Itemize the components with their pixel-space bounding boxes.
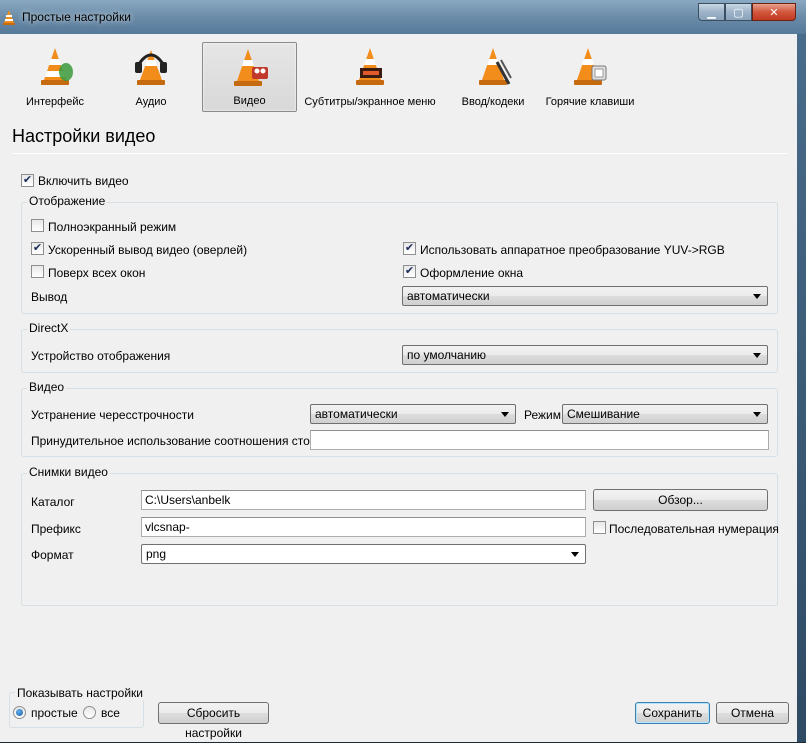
- output-label: Вывод: [31, 290, 68, 304]
- vlc-cone-icon: [3, 10, 15, 25]
- section-divider: [12, 153, 788, 154]
- cone-subtitles-icon: [356, 48, 384, 85]
- category-label: Аудио: [135, 96, 167, 108]
- save-button[interactable]: Сохранить: [635, 702, 710, 724]
- deinterlace-label: Устранение чересстрочности: [31, 408, 194, 422]
- show-settings-title: Показывать настройки: [15, 686, 146, 700]
- category-label: Горячие клавиши: [545, 96, 635, 108]
- output-select-value: автоматически: [407, 289, 490, 303]
- close-button[interactable]: ✕: [752, 3, 796, 21]
- display-group-title: Отображение: [27, 194, 108, 208]
- window-title: Простые настройки: [22, 10, 131, 24]
- category-label: Интерфейс: [26, 96, 84, 108]
- checkmark-icon: ✔: [32, 242, 43, 254]
- simple-settings-label: простые: [31, 706, 78, 720]
- overlay-checkbox[interactable]: ✔: [31, 242, 44, 255]
- minimize-button[interactable]: ▁: [698, 3, 725, 21]
- prefix-label: Префикс: [31, 522, 81, 536]
- window-decorations-label: Оформление окна: [420, 266, 524, 280]
- cone-hotkeys-icon: [574, 48, 607, 85]
- enable-video-label: Включить видео: [38, 174, 129, 188]
- cone-input-codecs-icon: [479, 48, 512, 85]
- output-select[interactable]: автоматически: [402, 286, 768, 306]
- checkmark-icon: ✔: [404, 242, 415, 254]
- aspect-ratio-input[interactable]: [310, 430, 769, 450]
- minimize-icon: ▁: [707, 6, 716, 19]
- simple-settings-radio[interactable]: [13, 706, 26, 719]
- category-toolbar: Интерфейс Аудио Видео Субтитры/экранное …: [10, 42, 790, 114]
- deinterlace-mode-select[interactable]: Смешивание: [562, 404, 768, 424]
- reset-settings-button[interactable]: Сбросить настройки: [158, 702, 269, 740]
- maximize-icon: ▢: [733, 6, 744, 19]
- maximize-button[interactable]: ▢: [725, 3, 752, 21]
- deinterlace-value: автоматически: [315, 407, 398, 421]
- directory-input[interactable]: C:\Users\anbelk: [141, 490, 586, 510]
- category-subtitles[interactable]: Субтитры/экранное меню: [302, 42, 438, 112]
- chevron-down-icon: [753, 353, 761, 358]
- enable-video-checkbox[interactable]: ✔: [21, 174, 34, 187]
- category-input-codecs[interactable]: Ввод/кодеки: [448, 42, 538, 112]
- category-interface[interactable]: Интерфейс: [10, 42, 100, 112]
- dialog-client-area: Интерфейс Аудио Видео Субтитры/экранное …: [0, 34, 797, 742]
- snapshots-group-title: Снимки видео: [27, 465, 110, 479]
- deinterlace-select[interactable]: автоматически: [310, 404, 516, 424]
- chevron-down-icon: [571, 552, 579, 557]
- mode-label: Режим: [524, 408, 561, 422]
- close-icon: ✕: [769, 6, 779, 19]
- sequential-numbering-label: Последовательная нумерация: [609, 522, 779, 536]
- deinterlace-mode-value: Смешивание: [567, 407, 640, 421]
- title-bar[interactable]: Простые настройки ▁ ▢ ✕: [0, 0, 806, 34]
- format-value: png: [146, 547, 167, 561]
- always-on-top-label: Поверх всех окон: [48, 266, 146, 280]
- section-title: Настройки видео: [12, 126, 156, 146]
- display-device-value: по умолчанию: [407, 348, 487, 362]
- category-hotkeys[interactable]: Горячие клавиши: [540, 42, 640, 112]
- video-group-title: Видео: [27, 380, 67, 394]
- window-decorations-checkbox[interactable]: ✔: [403, 265, 416, 278]
- overlay-label: Ускоренный вывод видео (оверлей): [48, 243, 248, 257]
- prefix-input[interactable]: vlcsnap-: [141, 517, 586, 537]
- all-settings-label: все: [101, 706, 120, 720]
- chevron-down-icon: [501, 412, 509, 417]
- hw-yuv-checkbox[interactable]: ✔: [403, 242, 416, 255]
- cone-video-icon: [233, 49, 268, 86]
- category-label: Ввод/кодеки: [461, 96, 525, 108]
- category-label: Видео: [233, 95, 266, 107]
- sequential-numbering-checkbox[interactable]: [593, 521, 606, 534]
- chevron-down-icon: [753, 412, 761, 417]
- aspect-ratio-label: Принудительное использование соотношения…: [31, 434, 330, 448]
- cone-interface-icon: [41, 48, 73, 85]
- fullscreen-checkbox[interactable]: [31, 219, 44, 232]
- directx-group-title: DirectX: [27, 321, 71, 335]
- format-select[interactable]: png: [141, 544, 586, 564]
- fullscreen-label: Полноэкранный режим: [48, 220, 177, 234]
- cone-headphones-icon: [135, 50, 167, 85]
- category-audio[interactable]: Аудио: [106, 42, 196, 112]
- all-settings-radio[interactable]: [83, 706, 96, 719]
- always-on-top-checkbox[interactable]: [31, 265, 44, 278]
- display-device-select[interactable]: по умолчанию: [402, 345, 768, 365]
- checkmark-icon: ✔: [22, 174, 33, 186]
- format-label: Формат: [31, 548, 74, 562]
- cancel-button[interactable]: Отмена: [716, 702, 789, 724]
- chevron-down-icon: [753, 294, 761, 299]
- directory-label: Каталог: [31, 495, 75, 509]
- browse-button[interactable]: Обзор...: [593, 489, 768, 511]
- checkmark-icon: ✔: [404, 265, 415, 277]
- display-device-label: Устройство отображения: [31, 349, 171, 363]
- category-video[interactable]: Видео: [202, 42, 297, 112]
- category-label: Субтитры/экранное меню: [304, 96, 436, 108]
- hw-yuv-label: Использовать аппаратное преобразование Y…: [420, 243, 725, 257]
